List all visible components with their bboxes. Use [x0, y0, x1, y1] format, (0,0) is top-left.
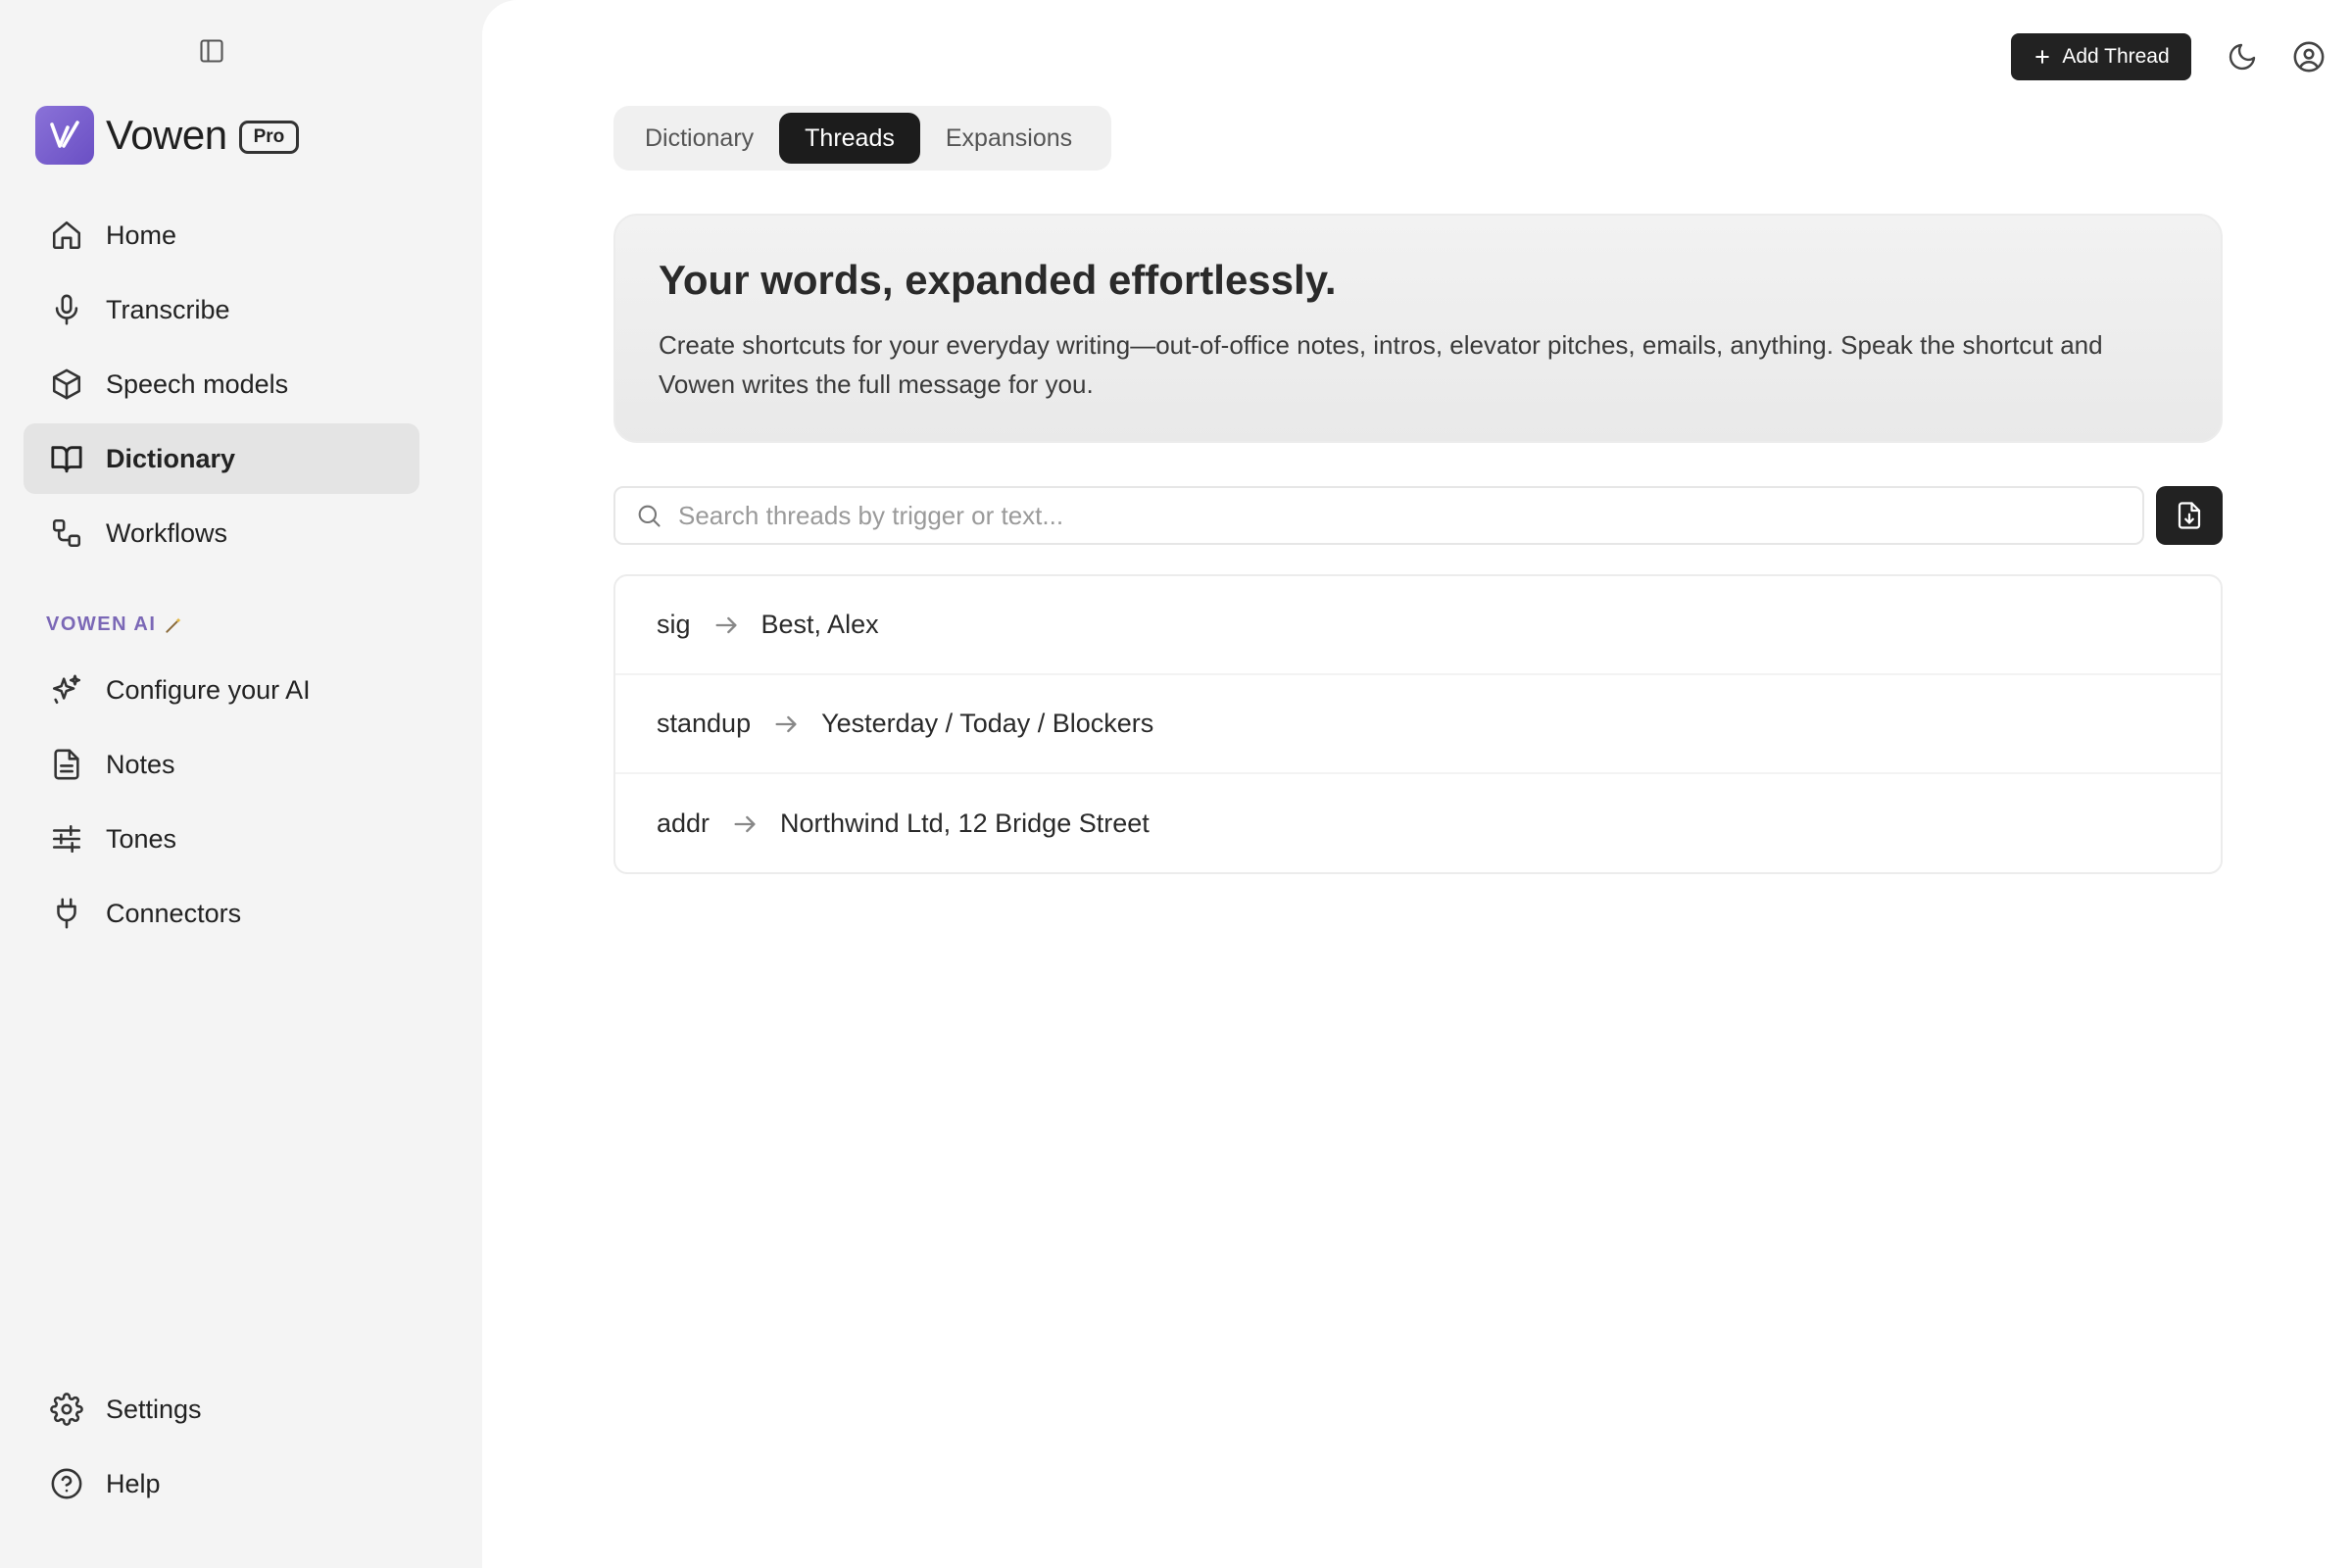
section-label-text: VOWEN AI — [46, 613, 157, 635]
thread-expansion: Yesterday / Today / Blockers — [821, 709, 1154, 738]
sidebar-item-label: Workflows — [106, 517, 228, 548]
sidebar-item-label: Configure your AI — [106, 674, 311, 705]
sidebar-item-configure-ai[interactable]: Configure your AI — [24, 655, 419, 725]
sidebar-item-connectors[interactable]: Connectors — [24, 878, 419, 949]
cube-icon — [47, 365, 86, 404]
brand: Vowen Pro — [35, 104, 300, 167]
gear-icon — [47, 1390, 86, 1429]
user-account-icon[interactable] — [2289, 37, 2328, 76]
sidebar-item-label: Help — [106, 1468, 161, 1498]
sidebar-item-transcribe[interactable]: Transcribe — [24, 274, 419, 345]
tab-expansions[interactable]: Expansions — [920, 113, 1098, 164]
sidebar-item-label: Connectors — [106, 898, 242, 928]
thread-list: sig Best, Alex standup Yesterday / Today… — [613, 574, 2223, 874]
sidebar-item-dictionary[interactable]: Dictionary — [24, 423, 419, 494]
sidebar-item-label: Tones — [106, 823, 177, 854]
search-input[interactable] — [678, 500, 2050, 531]
book-icon — [47, 439, 86, 478]
thread-trigger: standup — [657, 709, 752, 738]
sidebar-ai-nav: Configure your AI Notes Tones Connectors — [24, 655, 419, 953]
main-panel: Add Thread Dictionary Threads Expansions… — [482, 0, 2352, 1568]
sidebar-item-label: Notes — [106, 749, 175, 779]
dictionary-tabs: Dictionary Threads Expansions — [613, 106, 1111, 171]
intro-banner: Your words, expanded effortlessly. Creat… — [613, 214, 2223, 443]
microphone-icon — [47, 290, 86, 329]
search-bar — [613, 486, 2144, 545]
arrow-right-icon — [772, 710, 800, 738]
thread-row[interactable]: sig Best, Alex — [615, 576, 2221, 675]
sidebar-item-speech-models[interactable]: Speech models — [24, 349, 419, 419]
arrow-right-icon — [712, 612, 740, 639]
plan-badge: Pro — [238, 121, 300, 154]
tab-threads[interactable]: Threads — [779, 113, 920, 164]
thread-row[interactable]: standup Yesterday / Today / Blockers — [615, 675, 2221, 774]
tab-dictionary[interactable]: Dictionary — [619, 113, 779, 164]
add-thread-label: Add Thread — [2062, 45, 2170, 68]
sliders-icon — [47, 819, 86, 858]
thread-expansion: Best, Alex — [760, 610, 879, 639]
sidebar-item-label: Settings — [106, 1394, 202, 1424]
sidebar-item-workflows[interactable]: Workflows — [24, 498, 419, 568]
sparkles-icon — [47, 670, 86, 710]
intro-description: Create shortcuts for your everyday writi… — [659, 330, 2103, 399]
sidebar-item-label: Home — [106, 220, 177, 250]
export-threads-button[interactable] — [2156, 486, 2223, 545]
sidebar-main-nav: Home Transcribe Speech models Dictionary… — [24, 200, 419, 572]
sidebar-item-tones[interactable]: Tones — [24, 804, 419, 874]
thread-trigger: addr — [657, 808, 710, 838]
sidebar-item-help[interactable]: Help — [24, 1448, 419, 1519]
sidebar: Vowen Pro Home Transcribe Speech models … — [0, 0, 482, 1568]
help-circle-icon — [47, 1464, 86, 1503]
document-icon — [47, 745, 86, 784]
vowen-logo-icon — [35, 106, 94, 165]
plug-icon — [47, 894, 86, 933]
theme-toggle-moon-icon[interactable] — [2223, 37, 2262, 76]
file-download-icon — [2175, 501, 2204, 530]
sidebar-bottom-nav: Settings Help — [24, 1374, 419, 1523]
section-label-vowen-ai: VOWEN AI — [46, 613, 183, 636]
sidebar-item-settings[interactable]: Settings — [24, 1374, 419, 1445]
plus-icon — [2033, 47, 2052, 67]
thread-expansion: Northwind Ltd, 12 Bridge Street — [780, 808, 1150, 838]
magic-wand-icon — [164, 615, 183, 635]
add-thread-button[interactable]: Add Thread — [2011, 33, 2191, 80]
brand-name: Vowen — [106, 112, 227, 158]
thread-trigger: sig — [657, 610, 691, 639]
sidebar-item-label: Dictionary — [106, 443, 236, 473]
sidebar-item-notes[interactable]: Notes — [24, 729, 419, 800]
sidebar-item-home[interactable]: Home — [24, 200, 419, 270]
sidebar-item-label: Speech models — [106, 368, 289, 399]
thread-row[interactable]: addr Northwind Ltd, 12 Bridge Street — [615, 774, 2221, 872]
intro-title: Your words, expanded effortlessly. — [659, 257, 1337, 303]
sidebar-item-label: Transcribe — [106, 294, 230, 324]
sidebar-toggle-icon[interactable] — [194, 33, 229, 69]
search-icon — [635, 502, 662, 529]
workflow-icon — [47, 514, 86, 553]
arrow-right-icon — [731, 810, 759, 838]
home-icon — [47, 216, 86, 255]
